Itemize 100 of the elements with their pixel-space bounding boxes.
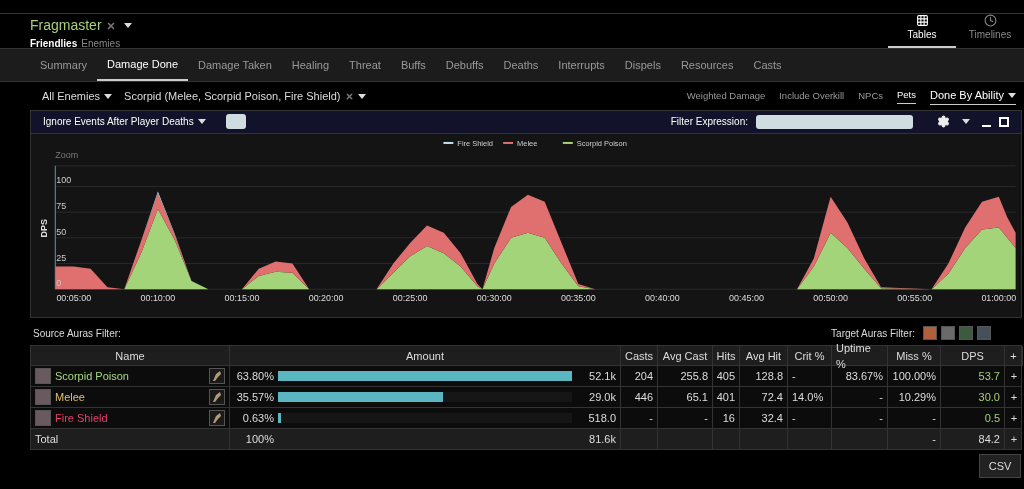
- table-cell: 72.4: [740, 387, 788, 407]
- dps-value: 84.2: [941, 429, 1005, 449]
- faction-tab[interactable]: Friendlies: [30, 36, 78, 51]
- expand-button[interactable]: +: [1005, 408, 1023, 428]
- amount-value: 52.1k: [589, 368, 616, 384]
- filter-label: Filter Expression:: [670, 115, 748, 130]
- table-cell: 128.8: [740, 366, 788, 386]
- view-tab[interactable]: Timelines: [956, 14, 1024, 48]
- claw-icon: [209, 389, 225, 405]
- nav-tab[interactable]: Buffs: [390, 49, 436, 81]
- amount-value: 518.0: [588, 410, 616, 426]
- ability-icon: [35, 389, 51, 405]
- grid-icon: [915, 14, 929, 27]
- caret-icon: [962, 119, 970, 125]
- caret-icon: [104, 93, 113, 99]
- zoom-label[interactable]: Zoom: [55, 149, 79, 160]
- option-toggle[interactable]: NPCs: [858, 88, 883, 104]
- target-dropdown[interactable]: All Enemies: [42, 87, 113, 105]
- settings-icon[interactable]: [937, 115, 950, 129]
- tick-label: 00:55:00: [897, 293, 933, 304]
- player-name[interactable]: Fragmaster: [30, 15, 102, 36]
- csv-button[interactable]: CSV: [979, 454, 1021, 478]
- nav-tab[interactable]: Resources: [670, 49, 744, 81]
- tick-label: 00:25:00: [392, 293, 428, 304]
- nav-tab[interactable]: Deaths: [493, 49, 549, 81]
- percent-value: 100%: [244, 431, 274, 447]
- faction-tab[interactable]: Enemies: [81, 36, 121, 51]
- table-cell: 65.1: [658, 387, 713, 407]
- table-cell: 16: [713, 408, 740, 428]
- ability-name[interactable]: Fire Shield: [55, 409, 108, 427]
- maximize-icon[interactable]: [999, 116, 1009, 127]
- ability-name[interactable]: Melee: [55, 388, 85, 406]
- table-cell: -: [832, 408, 888, 428]
- nav-tab[interactable]: Summary: [30, 49, 98, 81]
- dps-value: 30.0: [941, 387, 1005, 407]
- percent-value: 35.57%: [235, 389, 274, 405]
- source-auras-label: Source Auras Filter:: [33, 326, 121, 341]
- caret-icon: [197, 119, 206, 125]
- table-cell: 32.4: [740, 408, 788, 428]
- ability-name[interactable]: Scorpid Poison: [55, 367, 129, 385]
- tick-label: 00:35:00: [560, 293, 596, 304]
- source-dropdown[interactable]: Scorpid (Melee, Scorpid Poison, Fire Shield): [124, 87, 366, 105]
- expand-button[interactable]: +: [1005, 387, 1023, 407]
- table-cell: -: [788, 366, 832, 386]
- table-cell: -: [832, 387, 888, 407]
- nav-tab[interactable]: Interrupts: [548, 49, 615, 81]
- table-cell: 255.8: [658, 366, 713, 386]
- nav-tab[interactable]: Debuffs: [435, 49, 494, 81]
- table-cell: 405: [713, 366, 740, 386]
- expand-button[interactable]: +: [1005, 366, 1023, 386]
- nav-tab[interactable]: Damage Done: [97, 49, 188, 81]
- expand-button[interactable]: +: [1005, 429, 1023, 449]
- option-toggle[interactable]: Weighted Damage: [686, 88, 766, 104]
- tick-label: 00:30:00: [476, 293, 512, 304]
- caret-icon: [1008, 93, 1016, 98]
- table-cell: -: [888, 408, 941, 428]
- nav-tab[interactable]: Casts: [743, 49, 792, 81]
- target-auras-label: Target Auras Filter:: [831, 326, 915, 341]
- remove-icon: [344, 91, 354, 101]
- table-cell: -: [888, 429, 941, 449]
- ability-icon: [35, 410, 51, 426]
- tick-label: 0: [56, 278, 62, 289]
- remove-icon[interactable]: [105, 20, 116, 31]
- blank-button[interactable]: [225, 114, 246, 130]
- table-cell: 10.29%: [888, 387, 941, 407]
- tick-label: 00:15:00: [224, 293, 260, 304]
- nav-tab[interactable]: Damage Taken: [188, 49, 282, 81]
- tick-label: 100: [56, 175, 72, 186]
- option-toggle[interactable]: Pets: [897, 88, 916, 104]
- clock-icon: [983, 14, 997, 27]
- option-toggle[interactable]: Include Overkill: [779, 88, 845, 104]
- ability-icon: [35, 368, 51, 384]
- table-cell: 14.0%: [788, 387, 832, 407]
- caret-icon: [357, 93, 366, 99]
- table-cell: 446: [621, 387, 658, 407]
- tick-label: 50: [56, 226, 67, 237]
- dps-value: 53.7: [941, 366, 1005, 386]
- table-cell: 401: [713, 387, 740, 407]
- tick-label: 00:10:00: [140, 293, 176, 304]
- tick-label: 00:45:00: [729, 293, 764, 304]
- nav-tab[interactable]: Healing: [281, 49, 340, 81]
- tick-label: 00:50:00: [813, 293, 848, 304]
- table-cell: -: [788, 408, 832, 428]
- filter-expression-field[interactable]: [756, 114, 913, 129]
- tick-label: 00:05:00: [56, 293, 92, 304]
- events-dropdown[interactable]: Ignore Events After Player Deaths: [43, 114, 206, 130]
- axis-title: DPS: [39, 219, 50, 238]
- table-cell: -: [621, 408, 658, 428]
- tick-label: 00:20:00: [308, 293, 344, 304]
- tick-label: 25: [56, 252, 67, 263]
- tick-label: 75: [56, 201, 67, 212]
- caret-icon: [123, 23, 132, 28]
- mode-dropdown[interactable]: Done By Ability: [930, 87, 1016, 105]
- nav-tab[interactable]: Threat: [339, 49, 391, 81]
- claw-icon: [209, 368, 225, 384]
- minimize-icon[interactable]: [982, 124, 991, 127]
- nav-tab[interactable]: Dispels: [614, 49, 671, 81]
- table-cell: 100.00%: [888, 366, 941, 386]
- percent-value: 0.63%: [241, 410, 274, 426]
- percent-value: 63.80%: [235, 368, 274, 384]
